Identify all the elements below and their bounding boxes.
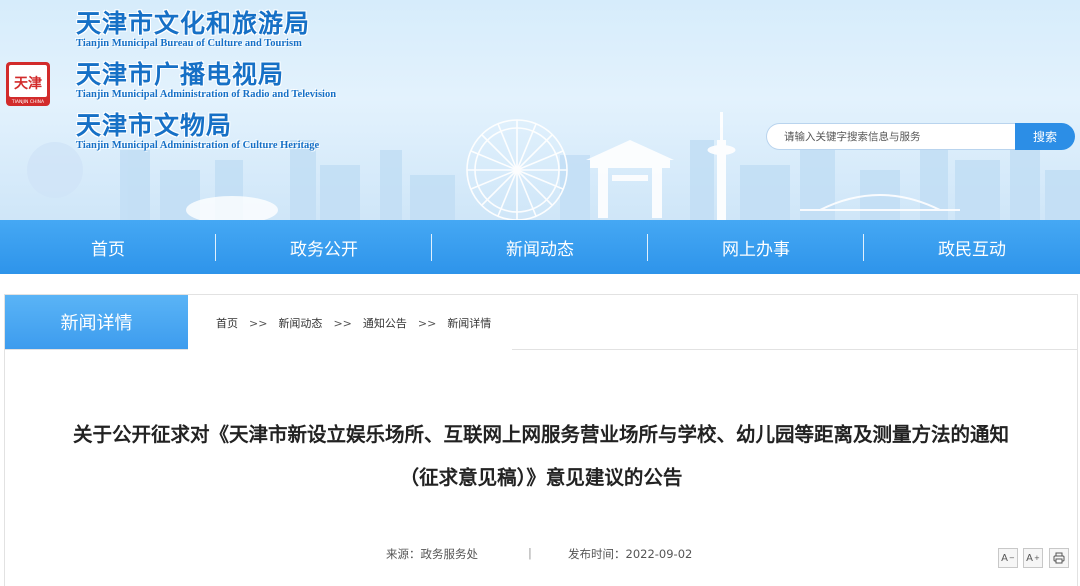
search-bar: 搜索 — [766, 123, 1076, 150]
breadcrumb: 首页 >> 新闻动态 >> 通知公告 >> 新闻详情 — [216, 315, 491, 331]
font-decrease-label: A — [1001, 552, 1008, 564]
nav-item-label: 首页 — [91, 239, 125, 260]
font-decrease-button[interactable]: A − — [998, 548, 1018, 568]
nav-item-home[interactable]: 首页 — [0, 220, 216, 274]
article-source: 来源：政务服务处 — [386, 547, 478, 561]
nav-item-label: 网上办事 — [722, 239, 790, 260]
breadcrumb-separator: >> — [417, 317, 437, 330]
org-name-cn: 天津市文化和旅游局 — [76, 9, 311, 38]
search-button[interactable]: 搜索 — [1015, 123, 1075, 150]
font-increase-label: A — [1026, 552, 1033, 564]
org-name-radio-tv: 天津市广播电视局 Tianjin Municipal Administratio… — [76, 61, 336, 101]
font-increase-button[interactable]: A + — [1023, 548, 1043, 568]
nav-item-label: 政民互动 — [938, 239, 1006, 260]
news-detail-panel: 新闻详情 首页 >> 新闻动态 >> 通知公告 >> 新闻详情 关于公开征求对《天津市新设立… — [4, 294, 1078, 586]
section-tab-bar: 新闻详情 首页 >> 新闻动态 >> 通知公告 >> 新闻详情 — [5, 295, 1077, 350]
search-input[interactable] — [766, 123, 1016, 150]
nav-item-label: 政务公开 — [290, 239, 358, 260]
nav-item-online-services[interactable]: 网上办事 — [648, 220, 864, 274]
org-name-heritage: 天津市文物局 Tianjin Municipal Administration … — [76, 112, 319, 152]
breadcrumb-notices[interactable]: 通知公告 — [363, 315, 407, 331]
org-name-en: Tianjin Municipal Bureau of Culture and … — [76, 38, 302, 49]
breadcrumb-separator: >> — [333, 317, 352, 330]
org-name-culture-tourism: 天津市文化和旅游局 Tianjin Municipal Bureau of Cu… — [76, 10, 310, 50]
main-nav: 首页 政务公开 新闻动态 网上办事 政民互动 — [0, 220, 1080, 274]
org-name-cn: 天津市文物局 — [76, 111, 233, 140]
article-title-line-1: 关于公开征求对《天津市新设立娱乐场所、互联网上网服务营业场所与学校、幼儿园等距离… — [72, 423, 1009, 446]
org-name-cn: 天津市广播电视局 — [76, 60, 285, 89]
header-banner: 天津 TIANJIN CHINA 天津市文化和旅游局 Tianjin Munic… — [0, 0, 1080, 220]
org-name-en: Tianjin Municipal Administration of Cult… — [76, 140, 320, 151]
print-icon — [1053, 552, 1065, 564]
print-button[interactable] — [1049, 548, 1069, 568]
breadcrumb-news[interactable]: 新闻动态 — [278, 315, 322, 331]
nav-item-government-affairs[interactable]: 政务公开 — [216, 220, 432, 274]
minus-icon: − — [1008, 554, 1015, 562]
breadcrumb-current: 新闻详情 — [447, 317, 492, 330]
svg-text:天津: 天津 — [14, 75, 42, 92]
nav-item-news[interactable]: 新闻动态 — [432, 220, 648, 274]
article-title-line-2: （征求意见稿）》意见建议的公告 — [399, 466, 683, 489]
breadcrumb-home[interactable]: 首页 — [216, 315, 238, 331]
tab-news-detail[interactable]: 新闻详情 — [5, 295, 188, 349]
nav-item-label: 新闻动态 — [506, 239, 574, 260]
article-publish-date: 发布时间：2022-09-02 — [568, 547, 693, 561]
nav-item-interaction[interactable]: 政民互动 — [864, 220, 1080, 274]
meta-divider: | — [528, 546, 532, 560]
plus-icon: + — [1033, 554, 1040, 562]
breadcrumb-separator: >> — [249, 317, 268, 330]
tianjin-seal-logo: 天津 TIANJIN CHINA — [6, 62, 50, 106]
svg-text:TIANJIN CHINA: TIANJIN CHINA — [11, 99, 45, 105]
org-name-en: Tianjin Municipal Administration of Radi… — [76, 89, 337, 100]
